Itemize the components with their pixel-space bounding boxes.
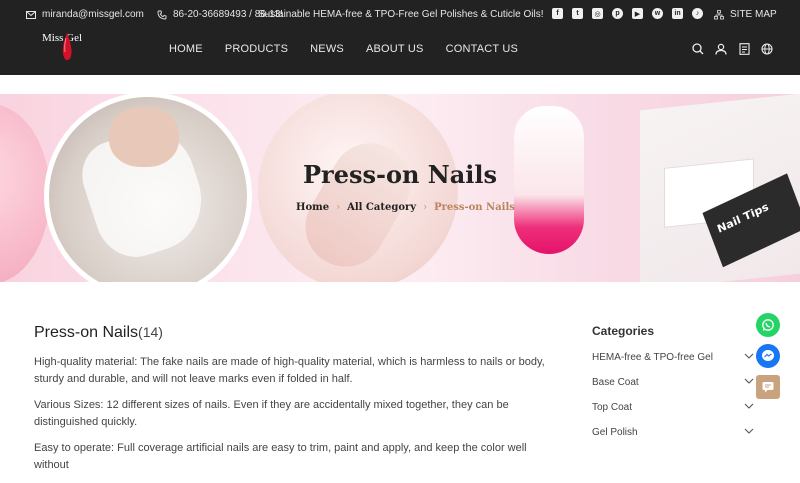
nav-products[interactable]: PRODUCTS xyxy=(225,43,288,55)
category-item-hema-free[interactable]: HEMA-free & TPO-free Gel xyxy=(592,352,758,377)
breadcrumb-home[interactable]: Home xyxy=(296,202,329,213)
whatsapp-float-button[interactable] xyxy=(756,313,780,337)
page-banner: Nail Tips Press-on Nails Home › All Cate… xyxy=(0,94,800,282)
globe-icon[interactable] xyxy=(760,42,774,56)
brand-logo[interactable]: Miss Gel xyxy=(40,30,92,64)
whatsapp-icon[interactable]: w xyxy=(652,8,663,19)
category-label: Gel Polish xyxy=(592,427,638,438)
chevron-down-icon[interactable] xyxy=(744,376,754,386)
sitemap-link[interactable]: SITE MAP xyxy=(714,9,777,20)
nail-drop-icon xyxy=(62,33,72,60)
sidebar-title: Categories xyxy=(592,324,655,338)
email-text: miranda@missgel.com xyxy=(42,9,144,20)
breadcrumb: Home › All Category › Press-on Nails xyxy=(296,202,515,213)
page-title: Press-on Nails xyxy=(303,160,497,189)
site-header: miranda@missgel.com 86-20-36689493 / 86-… xyxy=(0,0,800,75)
main-nav: HOME PRODUCTS NEWS ABOUT US CONTACT US xyxy=(169,43,540,55)
whatsapp-icon xyxy=(762,319,774,331)
pinterest-icon[interactable]: p xyxy=(612,8,623,19)
twitter-icon[interactable]: t xyxy=(572,8,583,19)
chat-icon xyxy=(762,382,774,393)
breadcrumb-all-category[interactable]: All Category xyxy=(347,202,416,213)
tiktok-icon[interactable]: ♪ xyxy=(692,8,703,19)
sitemap-icon xyxy=(714,9,724,20)
section-title: Press-on Nails(14) xyxy=(34,324,564,342)
main-content: Press-on Nails(14) High-quality material… xyxy=(34,324,564,483)
category-item-top-coat[interactable]: Top Coat xyxy=(592,402,758,427)
phone-icon xyxy=(157,10,167,20)
top-bar: miranda@missgel.com 86-20-36689493 / 86-… xyxy=(0,0,800,30)
chevron-down-icon[interactable] xyxy=(744,351,754,361)
instagram-icon[interactable]: ◎ xyxy=(592,8,603,19)
nav-home[interactable]: HOME xyxy=(169,43,203,55)
sitemap-text: SITE MAP xyxy=(730,9,777,20)
description-paragraph: Various Sizes: 12 different sizes of nai… xyxy=(34,399,509,428)
category-label: Top Coat xyxy=(592,402,633,413)
messenger-float-button[interactable] xyxy=(756,344,780,368)
inquiry-list-icon[interactable] xyxy=(737,42,751,56)
chevron-down-icon[interactable] xyxy=(744,401,754,411)
promo-text: Sustainable HEMA-free & TPO-Free Gel Pol… xyxy=(258,9,544,20)
header-icons xyxy=(691,42,774,56)
youtube-icon[interactable]: ▶ xyxy=(632,8,643,19)
product-count: (14) xyxy=(138,324,163,340)
description-paragraph: Easy to operate: Full coverage artificia… xyxy=(34,442,527,471)
description-paragraph: High-quality material: The fake nails ar… xyxy=(34,356,545,385)
search-icon[interactable] xyxy=(691,42,705,56)
banner-image-left xyxy=(0,104,50,282)
mail-icon xyxy=(26,10,36,20)
email-link[interactable]: miranda@missgel.com xyxy=(26,9,144,20)
box-label: Nail Tips xyxy=(715,200,771,236)
nav-news[interactable]: NEWS xyxy=(310,43,344,55)
chevron-right-icon: › xyxy=(423,202,428,213)
chat-float-button[interactable] xyxy=(756,375,780,399)
messenger-icon xyxy=(762,350,774,361)
nav-contact-us[interactable]: CONTACT US xyxy=(446,43,519,55)
category-label: Base Coat xyxy=(592,377,639,388)
social-links: f t ◎ p ▶ w in ♪ xyxy=(552,8,703,19)
category-item-gel-polish[interactable]: Gel Polish xyxy=(592,427,758,452)
linkedin-icon[interactable]: in xyxy=(672,8,683,19)
category-item-base-coat[interactable]: Base Coat xyxy=(592,377,758,402)
chevron-down-icon[interactable] xyxy=(744,426,754,436)
chevron-right-icon: › xyxy=(336,202,341,213)
user-icon[interactable] xyxy=(714,42,728,56)
facebook-icon[interactable]: f xyxy=(552,8,563,19)
section-title-text: Press-on Nails xyxy=(34,324,139,341)
category-label: HEMA-free & TPO-free Gel xyxy=(592,352,713,363)
breadcrumb-current: Press-on Nails xyxy=(434,202,515,213)
nav-about-us[interactable]: ABOUT US xyxy=(366,43,424,55)
categories-sidebar: Categories HEMA-free & TPO-free Gel Base… xyxy=(592,324,758,452)
